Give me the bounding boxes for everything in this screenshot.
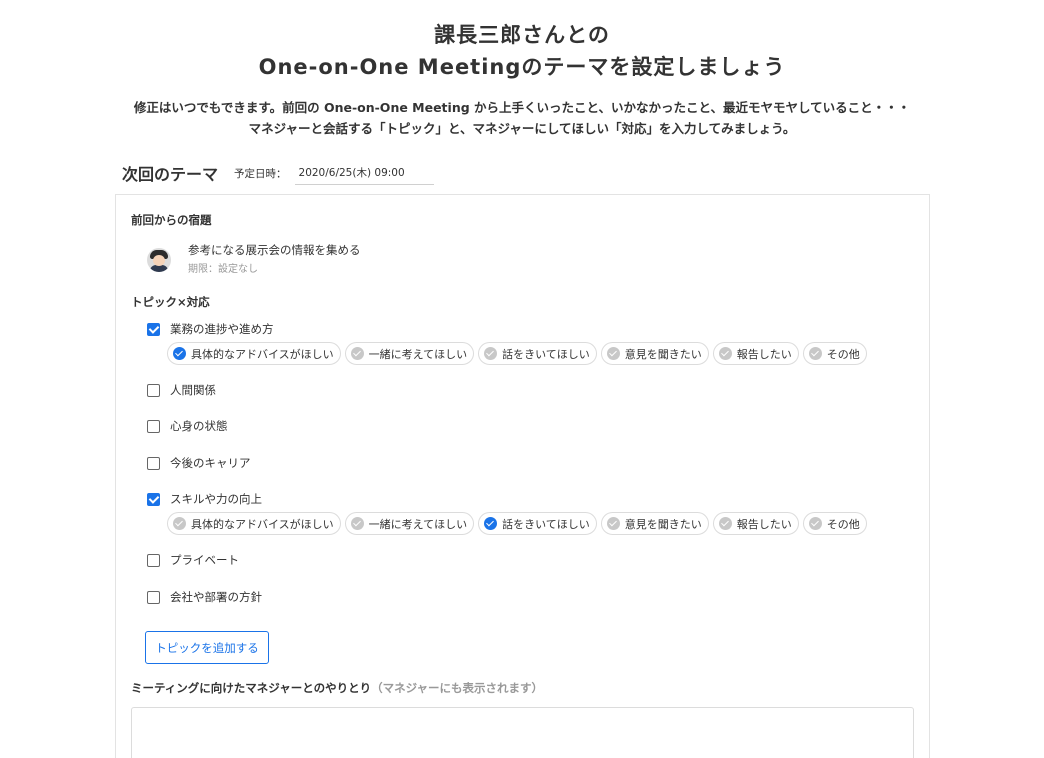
topic-label: 会社や部署の方針 bbox=[170, 590, 262, 604]
topic-label: 心身の状態 bbox=[170, 419, 228, 433]
topic-item[interactable]: 心身の状態 bbox=[147, 418, 228, 434]
topic-checkbox[interactable] bbox=[147, 590, 160, 604]
response-chip-label: 意見を聞きたい bbox=[624, 517, 702, 531]
topic-checkbox[interactable] bbox=[147, 419, 160, 433]
response-chip-label: 話をきいてほしい bbox=[502, 517, 590, 531]
check-circle-icon bbox=[350, 517, 364, 530]
topic-label: プライベート bbox=[170, 553, 239, 567]
check-circle-icon bbox=[606, 347, 620, 360]
topic-checkbox[interactable] bbox=[147, 322, 160, 336]
topics-heading: トピック×対応 bbox=[131, 295, 210, 309]
response-chip[interactable]: 報告したい bbox=[712, 342, 799, 365]
check-circle-icon bbox=[484, 517, 498, 530]
messages-note: （マネジャーにも表示されます） bbox=[371, 681, 544, 695]
response-chip-label: 報告したい bbox=[736, 347, 792, 361]
check-circle-icon bbox=[808, 347, 822, 360]
schedule-datetime-input[interactable] bbox=[294, 160, 434, 185]
response-chip[interactable]: 話をきいてほしい bbox=[478, 512, 597, 535]
check-circle-icon bbox=[718, 517, 732, 530]
response-chip-label: 一緒に考えてほしい bbox=[368, 517, 468, 531]
check-circle-icon bbox=[173, 517, 186, 530]
check-circle-icon bbox=[173, 347, 186, 360]
response-chip[interactable]: 一緒に考えてほしい bbox=[344, 512, 475, 535]
topic-item[interactable]: スキルや力の向上 bbox=[147, 491, 262, 507]
homework-item-title: 参考になる展示会の情報を集める bbox=[188, 243, 361, 257]
next-theme-title: 次回のテーマ bbox=[122, 165, 219, 184]
add-topic-button[interactable]: トピックを追加する bbox=[145, 631, 269, 664]
topic-checkbox[interactable] bbox=[147, 492, 160, 506]
response-chip[interactable]: 報告したい bbox=[712, 512, 799, 535]
response-chip[interactable]: 意見を聞きたい bbox=[600, 342, 709, 365]
response-chip-group: 具体的なアドバイスがほしい 一緒に考えてほしい 話をきいてほしい 意見を聞きたい 報告し… bbox=[167, 342, 871, 365]
messages-label-text: ミーティングに向けたマネジャーとのやりとり bbox=[131, 681, 372, 695]
topic-item[interactable]: 人間関係 bbox=[147, 382, 216, 398]
check-circle-icon bbox=[718, 347, 732, 360]
description-line2: マネジャーと会話する「トピック」と、マネジャーにしてほしい「対応」を入力してみま… bbox=[248, 121, 796, 136]
response-chip[interactable]: 話をきいてほしい bbox=[478, 342, 597, 365]
schedule-label: 予定日時： bbox=[234, 168, 287, 180]
topic-label: スキルや力の向上 bbox=[170, 492, 262, 506]
topic-item[interactable]: 今後のキャリア bbox=[147, 455, 251, 471]
response-chip[interactable]: その他 bbox=[802, 512, 867, 535]
topic-item[interactable]: プライベート bbox=[147, 552, 239, 568]
response-chip-label: 一緒に考えてほしい bbox=[368, 347, 468, 361]
response-chip[interactable]: その他 bbox=[802, 342, 867, 365]
response-chip-label: その他 bbox=[826, 517, 860, 531]
response-chip-group: 具体的なアドバイスがほしい 一緒に考えてほしい 話をきいてほしい 意見を聞きたい 報告し… bbox=[167, 512, 871, 535]
topic-label: 人間関係 bbox=[170, 383, 216, 397]
topic-checkbox[interactable] bbox=[147, 456, 160, 470]
description-line1: 修正はいつでもできます。前回の One-on-One Meeting から上手く… bbox=[133, 100, 911, 115]
topic-item[interactable]: 業務の進捗や進め方 bbox=[147, 321, 274, 337]
topic-label: 今後のキャリア bbox=[170, 456, 251, 470]
topic-checkbox[interactable] bbox=[147, 553, 160, 567]
topic-checkbox[interactable] bbox=[147, 383, 160, 397]
page-title-line2: One-on-One Meetingのテーマを設定しましょう bbox=[258, 55, 786, 79]
response-chip[interactable]: 具体的なアドバイスがほしい bbox=[167, 512, 341, 535]
messages-label: ミーティングに向けたマネジャーとのやりとり（マネジャーにも表示されます） bbox=[131, 680, 543, 696]
page-title-line1: 課長三郎さんとの bbox=[434, 23, 610, 47]
topic-label: 業務の進捗や進め方 bbox=[170, 322, 274, 336]
response-chip-label: 具体的なアドバイスがほしい bbox=[191, 347, 334, 361]
check-circle-icon bbox=[350, 347, 364, 360]
check-circle-icon bbox=[484, 347, 498, 360]
homework-heading: 前回からの宿題 bbox=[131, 213, 212, 227]
messages-textarea[interactable] bbox=[131, 707, 914, 758]
topic-item[interactable]: 会社や部署の方針 bbox=[147, 589, 262, 605]
next-theme-header: 次回のテーマ 予定日時： bbox=[122, 160, 434, 185]
response-chip-label: 具体的なアドバイスがほしい bbox=[191, 517, 334, 531]
response-chip[interactable]: 具体的なアドバイスがほしい bbox=[167, 342, 341, 365]
response-chip-label: 報告したい bbox=[736, 517, 792, 531]
response-chip[interactable]: 意見を聞きたい bbox=[600, 512, 709, 535]
homework-item[interactable]: 参考になる展示会の情報を集める 期限：設定なし bbox=[147, 240, 361, 279]
homework-item-due: 期限：設定なし bbox=[188, 264, 258, 275]
response-chip-label: その他 bbox=[826, 347, 860, 361]
avatar bbox=[147, 248, 171, 272]
response-chip-label: 意見を聞きたい bbox=[624, 347, 702, 361]
check-circle-icon bbox=[606, 517, 620, 530]
response-chip[interactable]: 一緒に考えてほしい bbox=[344, 342, 475, 365]
response-chip-label: 話をきいてほしい bbox=[502, 347, 590, 361]
check-circle-icon bbox=[808, 517, 822, 530]
